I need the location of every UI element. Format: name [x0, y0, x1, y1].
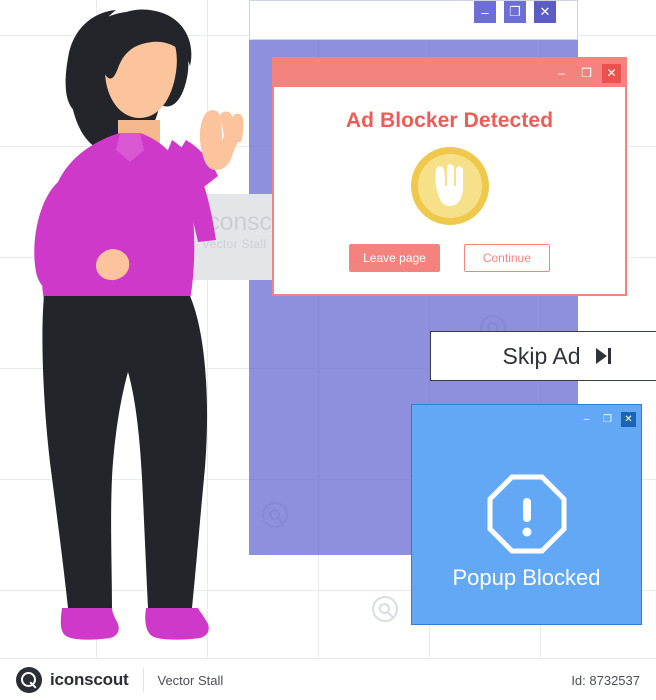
footer-brand: iconscout — [50, 670, 129, 689]
continue-button[interactable]: Continue — [463, 244, 550, 272]
maximize-icon[interactable]: ❐ — [600, 411, 615, 427]
background-window-controls[interactable]: – ❐ ✕ — [474, 1, 556, 23]
footer-asset-id: Id: 8732537 — [571, 672, 640, 688]
skip-ad-label: Skip Ad — [502, 342, 581, 369]
warning-octagon-glyph — [487, 474, 566, 554]
popup-blocked-window: – ❐ ✕ Popup Blocked — [411, 404, 642, 625]
close-icon[interactable]: ✕ — [621, 411, 636, 427]
popup-blocked-title: Popup Blocked — [452, 565, 601, 590]
footer-vendor: Vector Stall — [157, 672, 224, 688]
ad-blocker-modal: – ❐ ✕ Ad Blocker Detected Leave page Con… — [272, 57, 627, 296]
footer-bar: iconscout Vector Stall Id: 8732537 — [0, 658, 656, 700]
minimize-icon[interactable]: – — [579, 411, 594, 427]
warning-octagon-icon — [487, 474, 567, 559]
ad-modal-title: Ad Blocker Detected — [345, 109, 554, 132]
maximize-icon[interactable]: ❐ — [577, 63, 596, 83]
minimize-icon[interactable]: – — [552, 63, 571, 83]
watermark-dot-icon — [372, 596, 398, 622]
ad-modal-titlebar: – ❐ ✕ — [274, 59, 625, 87]
leave-page-button[interactable]: Leave page — [349, 244, 440, 272]
ad-modal-actions: Leave page Continue — [274, 244, 625, 272]
close-icon[interactable]: ✕ — [534, 1, 556, 23]
iconscout-logo-icon — [16, 667, 42, 693]
woman-character-illustration — [34, 9, 244, 640]
popup-window-titlebar: – ❐ ✕ — [412, 405, 641, 430]
close-icon[interactable]: ✕ — [602, 63, 621, 83]
raised-hand-icon — [410, 147, 489, 225]
skip-ad-bar[interactable]: Skip Ad — [430, 331, 656, 381]
illustration-canvas: – ❐ ✕ iconscout Vector Stall – ❐ ✕ Ad Bl… — [0, 0, 656, 700]
maximize-icon[interactable]: ❐ — [504, 1, 526, 23]
footer-divider — [142, 668, 144, 692]
raised-hand-glyph — [434, 164, 463, 206]
skip-forward-icon — [595, 348, 611, 364]
minimize-icon[interactable]: – — [474, 1, 496, 23]
